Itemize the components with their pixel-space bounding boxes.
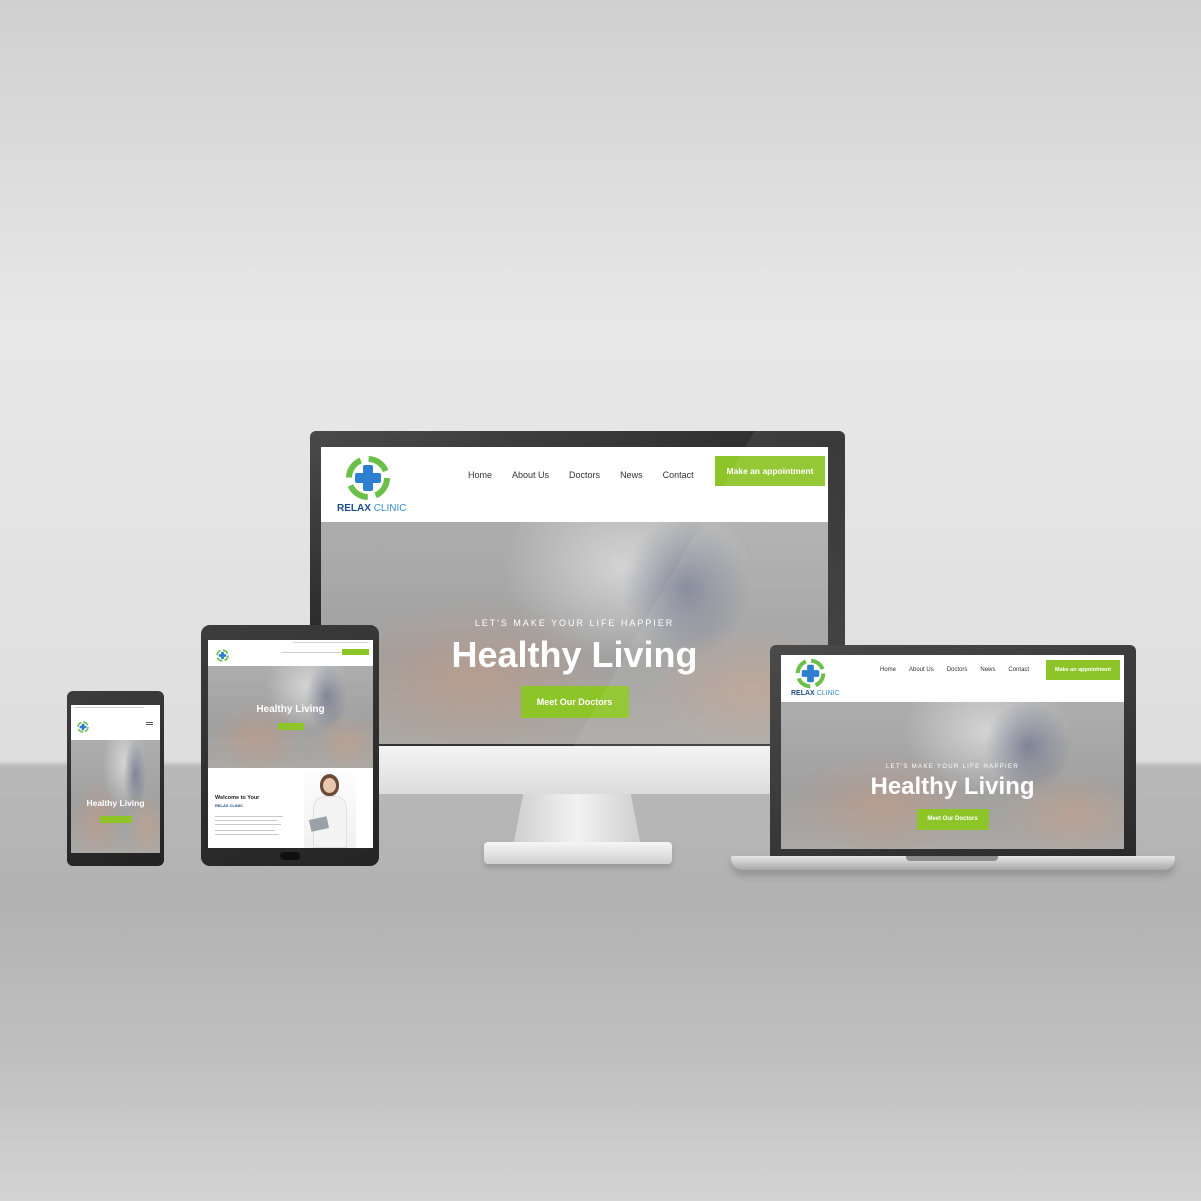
- logo-word-relax: RELAX: [337, 503, 371, 514]
- monitor-screen: RELAX CLINIC Home About Us Doctors News …: [321, 447, 828, 744]
- tablet-home-button: [280, 852, 300, 860]
- tablet-meet-doctors-button[interactable]: [277, 723, 304, 730]
- site-logo[interactable]: [345, 455, 391, 501]
- laptop-nav-news[interactable]: News: [980, 667, 995, 673]
- nav-item-doctors[interactable]: Doctors: [569, 470, 600, 480]
- device-mockup-scene: RELAX CLINIC Home About Us Doctors News …: [0, 0, 1201, 1201]
- nav-item-home[interactable]: Home: [468, 470, 492, 480]
- tablet-welcome-line2: RELAX CLINIC: [215, 803, 243, 808]
- nav-item-about[interactable]: About Us: [512, 470, 549, 480]
- medical-cross-icon: [77, 721, 89, 733]
- tablet-site-logo[interactable]: [216, 647, 229, 662]
- tablet-screen: Healthy Living Welcome to Your RELAX CLI…: [208, 640, 373, 848]
- phone-hero-content: Healthy Living: [71, 798, 160, 827]
- main-nav: Home About Us Doctors News Contact: [468, 464, 694, 486]
- laptop-hero-content: LET'S MAKE YOUR LIFE HAPPIER Healthy Liv…: [781, 764, 1124, 830]
- nav-item-news[interactable]: News: [620, 470, 643, 480]
- laptop-appointment-button[interactable]: Make an appointment: [1046, 660, 1120, 680]
- meet-doctors-button[interactable]: Meet Our Doctors: [520, 686, 629, 718]
- nav-item-contact[interactable]: Contact: [663, 470, 694, 480]
- laptop-notch: [906, 856, 998, 861]
- phone-site-header: [71, 705, 160, 740]
- laptop-logo-text: RELAX CLINIC: [791, 690, 840, 697]
- phone-meet-doctors-button[interactable]: [99, 816, 132, 823]
- doctor-photo: [304, 772, 356, 848]
- laptop-hero-banner: LET'S MAKE YOUR LIFE HAPPIER Healthy Liv…: [781, 702, 1124, 849]
- monitor-stand-neck: [513, 794, 641, 846]
- appointment-button[interactable]: Make an appointment: [715, 456, 825, 486]
- laptop-nav-contact[interactable]: Contact: [1008, 667, 1029, 673]
- hero-title: Healthy Living: [451, 634, 698, 675]
- laptop-nav-about[interactable]: About Us: [909, 667, 934, 673]
- hero-content: LET'S MAKE YOUR LIFE HAPPIER Healthy Liv…: [321, 618, 828, 718]
- monitor-chin: [310, 746, 845, 794]
- tablet-hero-content: Healthy Living: [208, 704, 373, 734]
- site-header: RELAX CLINIC Home About Us Doctors News …: [321, 447, 828, 522]
- laptop-nav-doctors[interactable]: Doctors: [947, 667, 968, 673]
- medical-cross-icon: [346, 456, 390, 500]
- tablet-hero-banner: Healthy Living: [208, 666, 373, 768]
- phone-menu-icon[interactable]: [146, 722, 153, 725]
- laptop-screen: RELAX CLINIC Home About Us Doctors News …: [781, 655, 1124, 849]
- logo-text: RELAX CLINIC: [337, 503, 406, 514]
- monitor-stand-base: [484, 842, 672, 864]
- medical-cross-icon: [216, 649, 229, 662]
- laptop-nav: Home About Us Doctors News Contact: [880, 664, 1029, 676]
- laptop-nav-home[interactable]: Home: [880, 667, 896, 673]
- medical-cross-icon: [795, 658, 826, 689]
- laptop-site-header: RELAX CLINIC Home About Us Doctors News …: [781, 655, 1124, 702]
- phone-hero-banner: Healthy Living: [71, 740, 160, 853]
- phone-screen: Healthy Living: [71, 705, 160, 853]
- hero-tagline: LET'S MAKE YOUR LIFE HAPPIER: [474, 618, 675, 628]
- phone-site-logo[interactable]: [77, 718, 89, 733]
- tablet-welcome-line1: Welcome to Your: [215, 795, 260, 801]
- laptop-meet-doctors-button[interactable]: Meet Our Doctors: [916, 809, 989, 830]
- logo-word-clinic: CLINIC: [373, 503, 407, 514]
- tablet-site-header: [208, 640, 373, 666]
- hero-banner: LET'S MAKE YOUR LIFE HAPPIER Healthy Liv…: [321, 522, 828, 744]
- tablet-welcome-section: Welcome to Your RELAX CLINIC: [208, 768, 373, 848]
- laptop-site-logo[interactable]: [795, 658, 826, 689]
- tablet-appointment-button[interactable]: [342, 649, 369, 655]
